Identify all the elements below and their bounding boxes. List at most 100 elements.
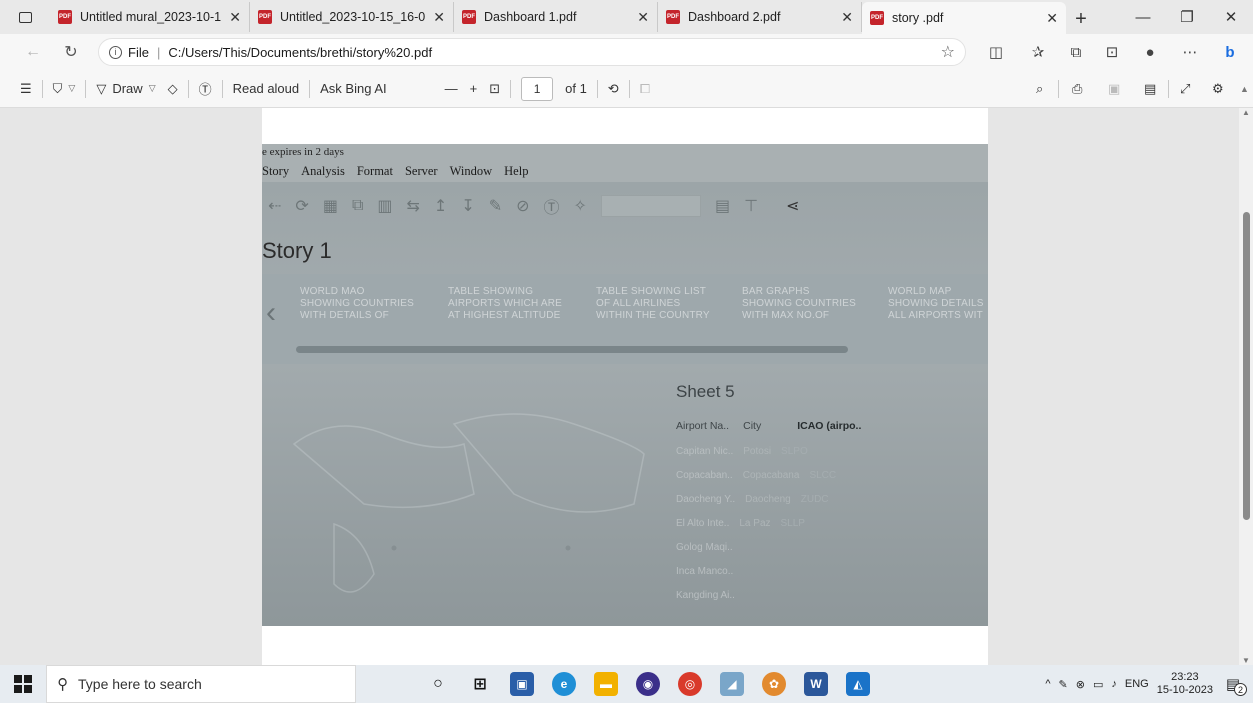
tab-dashboard-2[interactable]: PDF Dashboard 2.pdf ✕ xyxy=(658,2,862,32)
toolbar-divider xyxy=(1168,80,1169,98)
tab-story[interactable]: PDF story .pdf ✕ xyxy=(862,2,1066,34)
photos-icon[interactable]: ◭ xyxy=(846,672,870,696)
table-row: El Alto Inte.. La Paz SLLP xyxy=(676,518,805,529)
info-icon[interactable]: i xyxy=(109,45,122,59)
back-button[interactable]: ← xyxy=(18,37,48,67)
app-icon[interactable]: ◉ xyxy=(636,672,660,696)
minimize-button[interactable]: — xyxy=(1121,0,1165,34)
more-menu-icon[interactable]: ⋯ xyxy=(1174,34,1206,70)
settings-button[interactable]: ⚙ xyxy=(1206,70,1230,108)
read-aloud-button[interactable]: Read aloud xyxy=(227,70,306,108)
add-text-button[interactable]: Ⓣ xyxy=(193,70,218,108)
address-bar: ← ↻ i File | C:/Users/This/Documents/bre… xyxy=(0,34,1253,70)
clear-sheet-icon: ▥ xyxy=(377,198,393,215)
zoom-in-button[interactable]: + xyxy=(464,70,484,108)
volume-icon[interactable]: ♪ xyxy=(1111,678,1117,690)
sort-ascending-icon: ↥ xyxy=(433,198,448,215)
battery-icon[interactable]: ▭ xyxy=(1093,678,1103,691)
tab-actions-button[interactable] xyxy=(0,0,50,34)
highlight-tool-icon: ✎ xyxy=(488,198,503,215)
close-icon[interactable]: ✕ xyxy=(433,9,445,26)
story-point-1: WORLD MAO SHOWING COUNTRIES WITH DETAILS… xyxy=(300,286,414,321)
scroll-down-arrow[interactable]: ▼ xyxy=(1242,656,1250,665)
print-button[interactable]: ⎙ xyxy=(1066,70,1088,108)
taskbar-search-input[interactable]: ⚲ Type here to search xyxy=(46,665,356,703)
toolbar-divider xyxy=(309,79,311,98)
favorite-star-icon[interactable]: ☆ xyxy=(941,42,955,62)
pdf-toolbar: ☰ ⛉ ▽ ▽ Draw ▽ ◇ Ⓣ Read aloud Ask Bing AI… xyxy=(0,70,1253,108)
split-screen-icon[interactable]: ◫ xyxy=(980,34,1012,70)
profile-avatar[interactable]: ● xyxy=(1134,34,1166,70)
collapse-toolbar-button[interactable]: ▲ xyxy=(1234,70,1253,108)
draw-button[interactable]: ▽ Draw ▽ xyxy=(90,70,161,108)
start-button[interactable] xyxy=(0,665,46,703)
new-tab-button[interactable]: + xyxy=(1066,4,1096,34)
eraser-icon: ◇ xyxy=(167,80,178,96)
rotate-button[interactable]: ⟲ xyxy=(602,70,625,108)
tab-untitled[interactable]: PDF Untitled_2023-10-15_16-00-4 ✕ xyxy=(250,2,454,32)
erase-button[interactable]: ◇ xyxy=(162,70,184,108)
close-icon[interactable]: ✕ xyxy=(841,9,853,26)
notification-button[interactable]: ▤ 2 xyxy=(1221,672,1247,696)
notification-count: 2 xyxy=(1234,683,1247,696)
store-icon[interactable]: ▣ xyxy=(510,672,534,696)
gear-icon: ⚙ xyxy=(1212,80,1224,96)
close-icon[interactable]: ✕ xyxy=(229,9,241,26)
file-explorer-icon[interactable]: ▬ xyxy=(594,672,618,696)
table-row: Daocheng Y.. Daocheng ZUDC xyxy=(676,494,829,505)
highlight-button[interactable]: ⛉ ▽ xyxy=(47,70,82,108)
search-button[interactable]: ⌕ xyxy=(1030,70,1049,108)
chrome-icon[interactable]: ◎ xyxy=(678,672,702,696)
browser-essentials-icon[interactable]: ⊡ xyxy=(1096,34,1128,70)
close-icon[interactable]: ✕ xyxy=(637,9,649,26)
toolbar-divider xyxy=(510,79,512,98)
fit-page-button[interactable]: ⊡ xyxy=(483,70,506,108)
scroll-up-arrow[interactable]: ▲ xyxy=(1242,108,1250,117)
close-window-button[interactable]: ✕ xyxy=(1209,0,1253,34)
url-field[interactable]: i File | C:/Users/This/Documents/brethi/… xyxy=(98,38,966,66)
scrollbar-thumb[interactable] xyxy=(1243,212,1250,520)
story-point-3: TABLE SHOWING LIST OF ALL AIRLINES WITHI… xyxy=(596,286,710,321)
embedded-photo: e expires in 2 days Story Analysis Forma… xyxy=(262,144,988,626)
pdf-icon: PDF xyxy=(462,10,476,24)
restore-button[interactable]: ❐ xyxy=(1165,0,1209,34)
zoom-out-button[interactable]: — xyxy=(439,70,464,108)
draw-icon: ▽ xyxy=(96,80,107,96)
undo-icon: ⇠ xyxy=(268,198,282,215)
refresh-button[interactable]: ↻ xyxy=(56,37,86,67)
edge-icon[interactable]: e xyxy=(552,672,576,696)
save-as-button[interactable]: ▤ xyxy=(1138,70,1162,108)
table-row: Golog Maqi.. xyxy=(676,542,733,553)
chevron-left-icon: ‹ xyxy=(266,296,276,329)
page-view-button[interactable]: ⧠ xyxy=(634,70,656,108)
tableau-menu-bar: Story Analysis Format Server Window Help xyxy=(262,164,529,178)
bing-chat-icon[interactable]: b xyxy=(1214,34,1246,70)
fullscreen-button[interactable]: ⤢ xyxy=(1174,70,1196,108)
toolbar-divider xyxy=(187,79,189,98)
vertical-scrollbar[interactable]: ▲ ▼ xyxy=(1239,108,1253,665)
network-icon[interactable]: ⊗ xyxy=(1076,678,1085,691)
tab-untitled-mural[interactable]: PDF Untitled mural_2023-10-15_1 ✕ xyxy=(50,2,250,32)
app-icon-3[interactable]: ✿ xyxy=(762,672,786,696)
task-view-icon[interactable]: ⊞ xyxy=(468,672,492,696)
highlight-icon: ⛉ xyxy=(52,80,63,96)
page-number-field[interactable]: 1 xyxy=(515,70,559,108)
contents-icon[interactable]: ☰ xyxy=(0,70,38,108)
clock[interactable]: 23:23 15-10-2023 xyxy=(1157,671,1213,697)
close-icon[interactable]: ✕ xyxy=(1046,10,1058,27)
collections-icon[interactable]: ⧉ xyxy=(1060,34,1092,70)
save-as-icon: ▤ xyxy=(1144,80,1157,96)
tab-dashboard-1[interactable]: PDF Dashboard 1.pdf ✕ xyxy=(454,2,658,32)
word-icon[interactable]: W xyxy=(804,672,828,696)
language-indicator[interactable]: ENG xyxy=(1125,678,1149,690)
print-icon: ⎙ xyxy=(1072,80,1083,96)
tab-actions-icon xyxy=(18,11,32,23)
app-icon-2[interactable]: ◢ xyxy=(720,672,744,696)
save-icon: ▣ xyxy=(1108,80,1121,96)
favorites-icon[interactable]: ✰ xyxy=(1022,34,1054,70)
pen-icon[interactable]: ✎ xyxy=(1059,678,1068,691)
ask-bing-button[interactable]: Ask Bing AI xyxy=(314,70,392,108)
save-button[interactable]: ▣ xyxy=(1102,70,1126,108)
chevron-up-icon[interactable]: ^ xyxy=(1045,678,1050,690)
cortana-icon[interactable]: ○ xyxy=(426,672,450,696)
